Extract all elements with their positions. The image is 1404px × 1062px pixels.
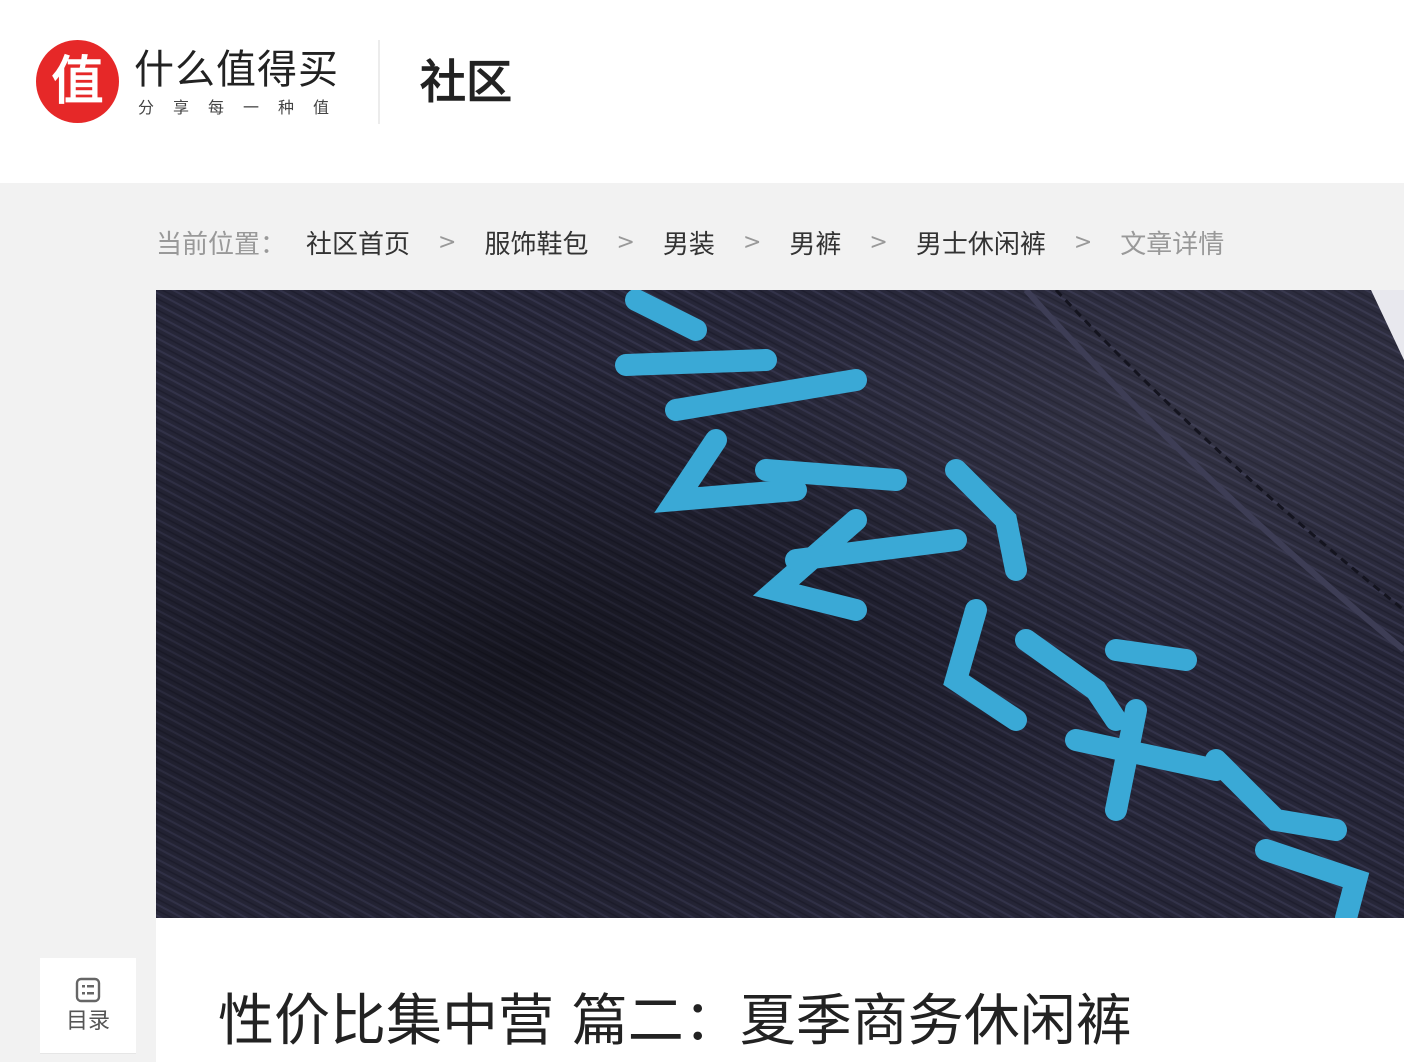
- article-card: 性价比集中营 篇二：夏季商务休闲裤: [156, 290, 1404, 1062]
- breadcrumb-item-apparel[interactable]: 服饰鞋包: [484, 224, 588, 261]
- chevron-right-icon: >: [742, 229, 762, 255]
- logo-badge-icon: 值: [36, 40, 119, 123]
- article-title: 性价比集中营 篇二：夏季商务休闲裤: [218, 989, 1132, 1054]
- breadcrumb: 当前位置： 社区首页 > 服饰鞋包 > 男装 > 男裤 > 男士休闲裤 > 文章…: [156, 222, 1224, 262]
- toc-label: 目录: [65, 1008, 110, 1034]
- section-title[interactable]: 社区: [420, 52, 512, 112]
- logo-title: 什么值得买: [134, 47, 339, 93]
- logo-slogan: 分享每一种值: [138, 98, 349, 117]
- breadcrumb-item-community-home[interactable]: 社区首页: [306, 224, 410, 261]
- chevron-right-icon: >: [869, 229, 888, 255]
- list-icon: [75, 977, 101, 1002]
- article-hero-image: [156, 290, 1404, 918]
- header-divider: [378, 40, 380, 124]
- breadcrumb-label: 当前位置：: [156, 229, 287, 260]
- chevron-right-icon: >: [438, 229, 457, 255]
- site-logo[interactable]: 值 什么值得买 分享每一种值: [36, 40, 356, 124]
- breadcrumb-item-mens-pants[interactable]: 男裤: [789, 224, 841, 261]
- breadcrumb-item-menswear[interactable]: 男装: [663, 224, 715, 261]
- toc-button[interactable]: 目录: [40, 958, 136, 1054]
- chevron-right-icon: >: [1073, 229, 1093, 255]
- breadcrumb-item-casual-pants[interactable]: 男士休闲裤: [916, 224, 1046, 261]
- breadcrumb-current: 文章详情: [1120, 229, 1225, 260]
- chevron-right-icon: >: [616, 229, 635, 255]
- site-header: 值 什么值得买 分享每一种值 社区: [0, 0, 1404, 183]
